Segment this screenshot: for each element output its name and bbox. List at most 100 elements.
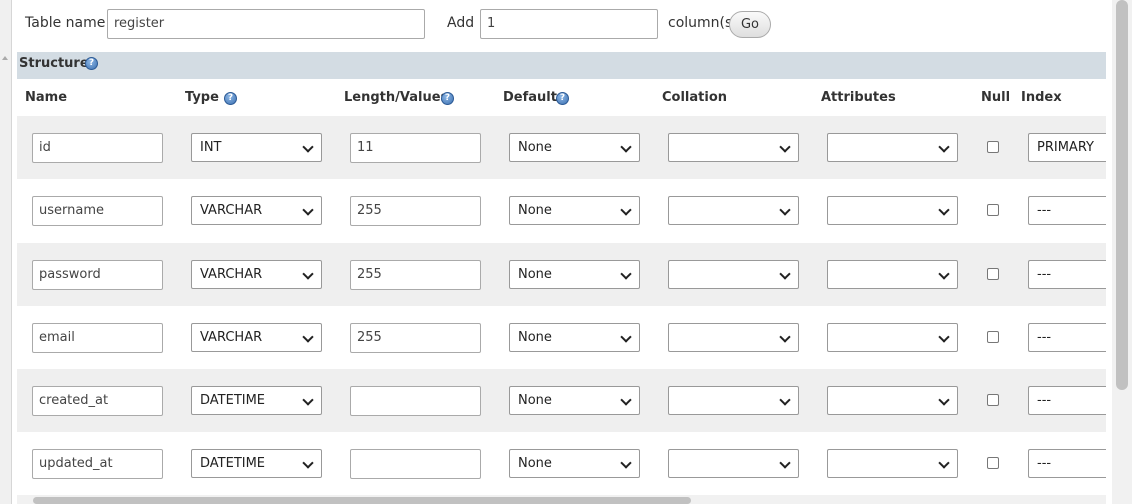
- chevron-down-icon: [620, 331, 632, 343]
- length-help-icon[interactable]: ?: [441, 92, 454, 105]
- header-type: Type: [185, 90, 219, 105]
- vertical-scroll-thumb[interactable]: [1116, 0, 1128, 390]
- columns-label: column(s): [668, 15, 738, 31]
- add-columns-input[interactable]: 1: [480, 9, 658, 39]
- column-type-value: VARCHAR: [200, 267, 263, 282]
- horizontal-scroll-thumb[interactable]: [33, 497, 691, 504]
- column-type-select[interactable]: VARCHAR: [191, 260, 322, 289]
- column-attributes-select[interactable]: [827, 260, 958, 289]
- header-collation: Collation: [662, 90, 728, 105]
- go-button[interactable]: Go: [729, 11, 771, 38]
- chevron-down-icon: [620, 204, 632, 216]
- column-attributes-select[interactable]: [827, 133, 958, 162]
- columns-header-row: Name Type ? Length/Values ? Default ? Co…: [17, 80, 1106, 116]
- column-null-checkbox[interactable]: [987, 331, 999, 343]
- chevron-down-icon: [938, 268, 950, 280]
- chevron-down-icon: [938, 331, 950, 343]
- header-null: Null: [981, 90, 1011, 105]
- column-name-input[interactable]: updated_at: [32, 449, 163, 479]
- column-attributes-select[interactable]: [827, 449, 958, 478]
- column-null-checkbox[interactable]: [987, 268, 999, 280]
- column-default-select[interactable]: None: [509, 323, 640, 352]
- type-help-icon[interactable]: ?: [224, 92, 237, 105]
- column-collation-select[interactable]: [668, 386, 799, 415]
- column-name-input[interactable]: email: [32, 323, 163, 353]
- column-null-checkbox[interactable]: [987, 141, 999, 153]
- column-name-input[interactable]: password: [32, 260, 163, 290]
- column-index-select[interactable]: ---: [1028, 449, 1108, 478]
- chevron-down-icon: [620, 457, 632, 469]
- column-type-value: VARCHAR: [200, 203, 263, 218]
- table-name-label: Table name:: [25, 15, 111, 31]
- column-default-select[interactable]: None: [509, 449, 640, 478]
- chevron-down-icon: [620, 394, 632, 406]
- column-type-select[interactable]: VARCHAR: [191, 323, 322, 352]
- header-length: Length/Values: [344, 90, 449, 105]
- chevron-down-icon: [302, 457, 314, 469]
- column-row: password VARCHAR 255 None ---: [17, 243, 1108, 306]
- column-collation-select[interactable]: [668, 133, 799, 162]
- horizontal-scrollbar[interactable]: [17, 495, 1106, 504]
- column-type-value: VARCHAR: [200, 330, 263, 345]
- header-index: Index: [1021, 90, 1062, 105]
- column-index-select[interactable]: ---: [1028, 196, 1108, 225]
- column-null-checkbox[interactable]: [987, 204, 999, 216]
- column-collation-select[interactable]: [668, 260, 799, 289]
- chevron-down-icon: [620, 268, 632, 280]
- header-name: Name: [25, 90, 68, 105]
- column-row: email VARCHAR 255 None ---: [17, 306, 1108, 369]
- column-attributes-select[interactable]: [827, 323, 958, 352]
- default-help-icon[interactable]: ?: [556, 92, 569, 105]
- chevron-down-icon: [938, 141, 950, 153]
- column-collation-select[interactable]: [668, 449, 799, 478]
- left-panel-edge: [0, 0, 12, 504]
- column-default-value: None: [518, 456, 552, 471]
- column-length-input[interactable]: [350, 386, 481, 416]
- structure-title: Structure: [19, 56, 89, 71]
- collapse-arrow-icon[interactable]: [2, 56, 8, 60]
- column-default-value: None: [518, 330, 552, 345]
- column-default-select[interactable]: None: [509, 386, 640, 415]
- column-type-select[interactable]: DATETIME: [191, 386, 322, 415]
- column-name-input[interactable]: id: [32, 133, 163, 163]
- column-null-checkbox[interactable]: [987, 457, 999, 469]
- column-length-input[interactable]: 11: [350, 133, 481, 163]
- column-index-select[interactable]: PRIMARY: [1028, 133, 1108, 162]
- column-name-input[interactable]: created_at: [32, 386, 163, 416]
- column-default-value: None: [518, 393, 552, 408]
- chevron-down-icon: [302, 141, 314, 153]
- chevron-down-icon: [302, 394, 314, 406]
- column-index-select[interactable]: ---: [1028, 323, 1108, 352]
- column-type-value: DATETIME: [200, 456, 266, 471]
- chevron-down-icon: [302, 204, 314, 216]
- column-default-select[interactable]: None: [509, 260, 640, 289]
- chevron-down-icon: [779, 268, 791, 280]
- chevron-down-icon: [779, 394, 791, 406]
- chevron-down-icon: [620, 141, 632, 153]
- column-length-input[interactable]: 255: [350, 260, 481, 290]
- column-type-select[interactable]: INT: [191, 133, 322, 162]
- header-attributes: Attributes: [821, 90, 896, 105]
- column-default-value: None: [518, 140, 552, 155]
- column-attributes-select[interactable]: [827, 196, 958, 225]
- column-index-select[interactable]: ---: [1028, 386, 1108, 415]
- help-icon[interactable]: ?: [85, 57, 98, 70]
- column-length-input[interactable]: 255: [350, 323, 481, 353]
- column-length-input[interactable]: 255: [350, 196, 481, 226]
- column-index-select[interactable]: ---: [1028, 260, 1108, 289]
- table-name-input[interactable]: register: [107, 9, 425, 39]
- column-row: updated_at DATETIME None ---: [17, 432, 1108, 495]
- column-name-input[interactable]: username: [32, 196, 163, 226]
- column-null-checkbox[interactable]: [987, 394, 999, 406]
- column-length-input[interactable]: [350, 449, 481, 479]
- column-type-select[interactable]: DATETIME: [191, 449, 322, 478]
- column-default-select[interactable]: None: [509, 133, 640, 162]
- vertical-scrollbar[interactable]: [1112, 0, 1132, 504]
- column-default-select[interactable]: None: [509, 196, 640, 225]
- column-collation-select[interactable]: [668, 196, 799, 225]
- column-attributes-select[interactable]: [827, 386, 958, 415]
- chevron-down-icon: [779, 141, 791, 153]
- column-type-select[interactable]: VARCHAR: [191, 196, 322, 225]
- column-type-value: DATETIME: [200, 393, 266, 408]
- column-collation-select[interactable]: [668, 323, 799, 352]
